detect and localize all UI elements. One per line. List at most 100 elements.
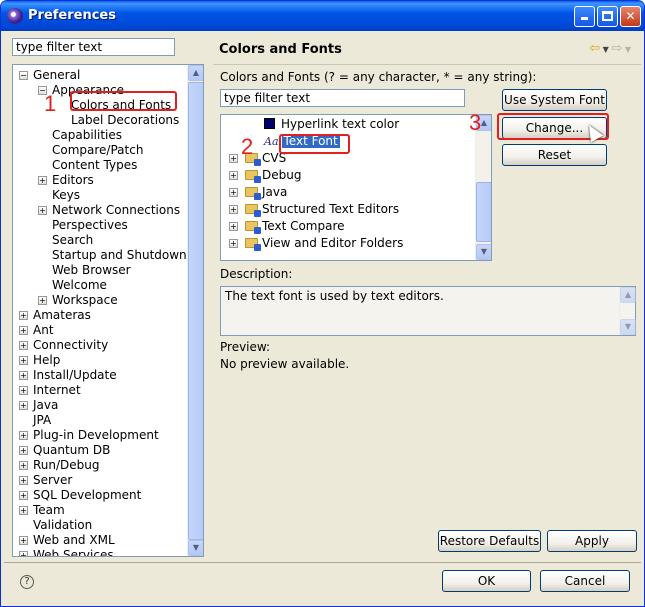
expand-icon[interactable]: + <box>19 506 28 515</box>
tree-item[interactable]: + Web and XML <box>13 533 188 548</box>
expand-icon[interactable]: + <box>19 311 28 320</box>
highlight-text-font <box>279 134 350 154</box>
tree-item[interactable]: + Run/Debug <box>13 458 188 473</box>
tree-item[interactable]: + SQL Development <box>13 488 188 503</box>
expand-icon[interactable]: + <box>19 326 28 335</box>
tree-item[interactable]: + Network Connections <box>13 203 188 218</box>
expand-icon[interactable]: + <box>19 371 28 380</box>
expand-icon[interactable]: + <box>38 296 47 305</box>
tree-item[interactable]: Validation <box>13 518 188 533</box>
tree-item[interactable]: + Install/Update <box>13 368 188 383</box>
apply-button[interactable]: Apply <box>547 530 637 552</box>
back-icon[interactable]: ⇦ <box>589 41 600 56</box>
expand-icon[interactable]: + <box>19 431 28 440</box>
expand-icon[interactable]: + <box>19 341 28 350</box>
tree-item-label: Team <box>33 503 65 517</box>
expand-icon[interactable]: + <box>229 188 238 197</box>
tree-item[interactable]: Welcome <box>13 278 188 293</box>
color-font-item-label: Java <box>262 185 288 199</box>
tree-item-label: Server <box>33 473 73 487</box>
tree-item[interactable]: + Server <box>13 473 188 488</box>
tree-item[interactable]: + Quantum DB <box>13 443 188 458</box>
expand-icon[interactable]: + <box>229 205 238 214</box>
tree-item-label: Workspace <box>52 293 118 307</box>
expand-icon[interactable]: + <box>229 239 238 248</box>
color-font-item[interactable]: + Structured Text Editors <box>221 202 471 217</box>
restore-defaults-button[interactable]: Restore Defaults <box>438 530 541 552</box>
tree-item[interactable]: Web Browser <box>13 263 188 278</box>
color-font-item[interactable]: Hyperlink text color <box>221 117 471 132</box>
expand-icon[interactable]: + <box>19 536 28 545</box>
color-font-item[interactable]: + View and Editor Folders <box>221 236 471 251</box>
expand-icon[interactable]: + <box>229 171 238 180</box>
tree-item[interactable]: + Help <box>13 353 188 368</box>
tree-item-label: Web and XML <box>33 533 115 547</box>
tree-item[interactable]: + Internet <box>13 383 188 398</box>
expand-icon[interactable]: + <box>19 461 28 470</box>
expand-icon[interactable]: + <box>229 222 238 231</box>
expand-icon[interactable]: + <box>19 551 28 556</box>
expand-icon[interactable]: + <box>229 154 238 163</box>
tree-item-label: Install/Update <box>33 368 117 382</box>
tree-item[interactable]: + Workspace <box>13 293 188 308</box>
scroll-up-icon[interactable]: ▲ <box>188 65 203 81</box>
description-scrollbar[interactable]: ▲ ▼ <box>619 287 636 335</box>
tree-item[interactable]: Keys <box>13 188 188 203</box>
scroll-thumb[interactable] <box>188 82 203 540</box>
tree-item[interactable]: JPA <box>13 413 188 428</box>
folder-icon <box>245 221 261 234</box>
tree-item[interactable]: + Java <box>13 398 188 413</box>
colors-tree-scrollbar[interactable]: ▲ ▼ <box>475 115 491 260</box>
maximize-button[interactable] <box>597 6 618 27</box>
expand-icon[interactable]: + <box>19 401 28 410</box>
expand-icon[interactable]: + <box>19 386 28 395</box>
tree-item[interactable]: Startup and Shutdown <box>13 248 188 263</box>
tree-item[interactable]: + Ant <box>13 323 188 338</box>
tree-item[interactable]: Label Decorations <box>13 113 188 128</box>
collapse-icon[interactable]: − <box>19 71 28 80</box>
tree-item[interactable]: + Plug-in Development <box>13 428 188 443</box>
tree-item[interactable]: Capabilities <box>13 128 188 143</box>
scroll-down-icon[interactable]: ▼ <box>620 319 636 335</box>
title-bar[interactable]: Preferences ✕ <box>1 1 644 31</box>
color-font-item[interactable]: + Debug <box>221 168 471 183</box>
expand-icon[interactable]: + <box>19 356 28 365</box>
close-button[interactable]: ✕ <box>620 6 641 27</box>
expand-icon[interactable]: + <box>19 476 28 485</box>
use-system-font-button[interactable]: Use System Font <box>502 89 607 111</box>
tree-item[interactable]: − General <box>13 68 188 83</box>
scroll-up-icon[interactable]: ▲ <box>620 287 636 303</box>
expand-icon[interactable]: + <box>19 491 28 500</box>
tree-item[interactable]: Content Types <box>13 158 188 173</box>
expand-icon[interactable]: + <box>38 206 47 215</box>
tree-item[interactable]: + Team <box>13 503 188 518</box>
scroll-thumb[interactable] <box>476 182 491 242</box>
expand-icon[interactable]: + <box>38 176 47 185</box>
left-filter-input[interactable]: type filter text <box>12 38 175 56</box>
back-menu-icon[interactable]: ▼ <box>600 45 611 54</box>
help-icon[interactable]: ? <box>20 575 34 589</box>
tree-item-label: Connectivity <box>33 338 109 352</box>
tree-item[interactable]: Search <box>13 233 188 248</box>
forward-menu-icon[interactable]: ▼ <box>622 45 631 54</box>
tree-item[interactable]: + Connectivity <box>13 338 188 353</box>
tree-item[interactable]: + Editors <box>13 173 188 188</box>
reset-button[interactable]: Reset <box>502 144 607 166</box>
page-header: Colors and Fonts ⇦ ▼ ⇨ ▼ <box>213 31 641 65</box>
color-font-item[interactable]: + Text Compare <box>221 219 471 234</box>
scroll-down-icon[interactable]: ▼ <box>476 244 491 260</box>
tree-item[interactable]: Perspectives <box>13 218 188 233</box>
ok-button[interactable]: OK <box>442 570 531 592</box>
forward-icon[interactable]: ⇨ <box>611 41 622 56</box>
scroll-down-icon[interactable]: ▼ <box>188 540 203 556</box>
preference-tree-scrollbar[interactable]: ▲ ▼ <box>187 65 203 556</box>
tree-item[interactable]: + Web Services <box>13 548 188 556</box>
tree-item[interactable]: Compare/Patch <box>13 143 188 158</box>
minimize-button[interactable] <box>574 6 595 27</box>
color-font-item[interactable]: + Java <box>221 185 471 200</box>
expand-icon[interactable]: + <box>19 446 28 455</box>
colors-filter-input[interactable]: type filter text <box>220 89 465 107</box>
cancel-button[interactable]: Cancel <box>540 570 630 592</box>
tree-item[interactable]: + Amateras <box>13 308 188 323</box>
preview-text: No preview available. <box>220 357 350 371</box>
